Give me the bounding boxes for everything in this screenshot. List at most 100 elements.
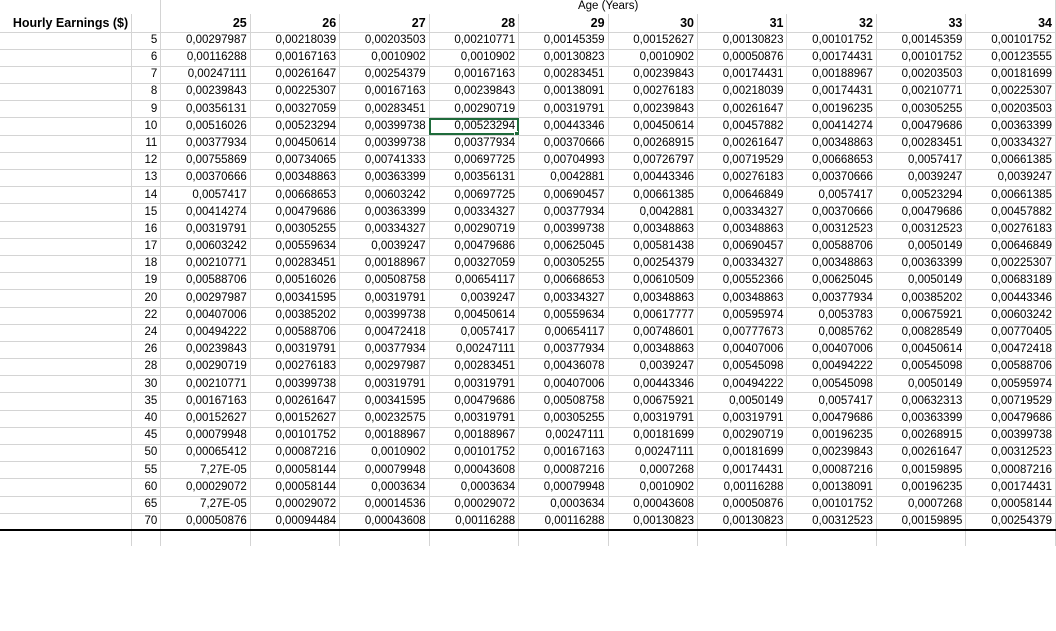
- data-cell[interactable]: 0,0053783: [786, 307, 877, 325]
- data-cell[interactable]: 0,0057417: [786, 392, 877, 411]
- data-cell[interactable]: 0,00697725: [429, 186, 520, 205]
- row-header-earnings-45[interactable]: 45: [131, 427, 162, 446]
- data-cell[interactable]: 0,00181699: [608, 427, 699, 446]
- data-cell[interactable]: 0,00196235: [786, 427, 877, 446]
- data-cell[interactable]: 0,00152627: [608, 32, 699, 50]
- data-cell[interactable]: 0,00283451: [339, 100, 430, 119]
- data-cell[interactable]: 0,00377934: [429, 135, 520, 153]
- data-cell[interactable]: 0,00675921: [876, 307, 967, 325]
- data-cell[interactable]: 0,00646849: [697, 186, 788, 205]
- row-header-earnings-55[interactable]: 55: [131, 461, 162, 480]
- data-cell[interactable]: 0,00443346: [965, 289, 1056, 308]
- data-cell[interactable]: 0,00167163: [429, 66, 520, 85]
- data-cell[interactable]: 0,00181699: [697, 444, 788, 463]
- data-cell[interactable]: 0,00334327: [965, 135, 1056, 153]
- data-cell[interactable]: 0,00363399: [876, 255, 967, 274]
- row-header-earnings-70[interactable]: 70: [131, 513, 162, 532]
- data-cell[interactable]: 0,0010902: [608, 478, 699, 497]
- data-cell[interactable]: 0,00312523: [876, 221, 967, 239]
- data-cell[interactable]: 0,00239843: [429, 83, 520, 102]
- data-cell[interactable]: 0,00595974: [697, 307, 788, 325]
- row-header-earnings-15[interactable]: 15: [131, 203, 162, 222]
- data-cell[interactable]: 0,00065412: [160, 444, 251, 463]
- data-cell[interactable]: 0,00654117: [429, 272, 520, 291]
- data-cell[interactable]: 0,0003634: [339, 478, 430, 497]
- data-cell[interactable]: 0,00327059: [250, 100, 341, 119]
- row-header-earnings-20[interactable]: 20: [131, 289, 162, 308]
- data-cell[interactable]: 0,00370666: [786, 203, 877, 222]
- data-cell[interactable]: 0,00494222: [697, 375, 788, 394]
- data-cell[interactable]: 0,00087216: [965, 461, 1056, 480]
- data-cell[interactable]: 0,0057417: [160, 186, 251, 205]
- data-cell[interactable]: 0,00363399: [339, 169, 430, 188]
- data-cell[interactable]: 0,00159895: [876, 461, 967, 480]
- empty-cell[interactable]: [0, 530, 133, 547]
- data-cell[interactable]: 0,00305255: [250, 221, 341, 239]
- data-cell[interactable]: 0,00029072: [429, 496, 520, 514]
- data-cell[interactable]: 0,00399738: [339, 117, 430, 136]
- data-cell[interactable]: 0,00348863: [608, 289, 699, 308]
- row-header-earnings-8[interactable]: 8: [131, 83, 162, 102]
- data-cell[interactable]: 0,00407006: [160, 307, 251, 325]
- row-header-earnings-65[interactable]: 65: [131, 496, 162, 514]
- data-cell[interactable]: 0,00632313: [876, 392, 967, 411]
- data-cell[interactable]: 0,0039247: [608, 358, 699, 377]
- data-cell[interactable]: 0,00210771: [876, 83, 967, 102]
- data-cell[interactable]: 0,0039247: [339, 238, 430, 256]
- data-cell[interactable]: 0,00123555: [965, 49, 1056, 67]
- data-cell[interactable]: 0,00305255: [518, 255, 609, 274]
- data-cell[interactable]: 0,00385202: [876, 289, 967, 308]
- data-cell[interactable]: 0,0010902: [608, 49, 699, 67]
- data-cell[interactable]: 0,00450614: [608, 117, 699, 136]
- data-cell[interactable]: 0,00479686: [429, 238, 520, 256]
- data-cell[interactable]: 0,00167163: [518, 444, 609, 463]
- data-cell[interactable]: 0,00755869: [160, 152, 251, 171]
- data-cell[interactable]: 0,00145359: [518, 32, 609, 50]
- data-cell[interactable]: 0,00668653: [518, 272, 609, 291]
- data-cell[interactable]: 0,00545098: [786, 375, 877, 394]
- data-cell[interactable]: 0,0050149: [876, 375, 967, 394]
- data-cell[interactable]: 0,00472418: [339, 324, 430, 342]
- data-cell[interactable]: 0,00203503: [876, 66, 967, 85]
- data-cell[interactable]: 0,00225307: [965, 255, 1056, 274]
- data-cell[interactable]: 0,00174431: [697, 66, 788, 85]
- data-cell[interactable]: 0,00152627: [250, 410, 341, 428]
- data-cell[interactable]: 0,00319791: [429, 410, 520, 428]
- data-cell[interactable]: 0,00697725: [429, 152, 520, 171]
- column-header-age-32[interactable]: 32: [786, 14, 877, 33]
- row-header-earnings-9[interactable]: 9: [131, 100, 162, 119]
- data-cell[interactable]: 0,00203503: [965, 100, 1056, 119]
- row-header-earnings-40[interactable]: 40: [131, 410, 162, 428]
- data-cell[interactable]: 0,00312523: [965, 444, 1056, 463]
- row-header-earnings-50[interactable]: 50: [131, 444, 162, 463]
- data-cell[interactable]: 0,00334327: [339, 221, 430, 239]
- data-cell[interactable]: 0,00247111: [160, 66, 251, 85]
- data-cell[interactable]: 0,00058144: [965, 496, 1056, 514]
- data-cell[interactable]: 0,00305255: [876, 100, 967, 119]
- data-cell[interactable]: 0,0039247: [876, 169, 967, 188]
- data-cell[interactable]: 0,00116288: [160, 49, 251, 67]
- row-header-earnings-7[interactable]: 7: [131, 66, 162, 85]
- data-cell[interactable]: 0,00276183: [250, 358, 341, 377]
- data-cell[interactable]: 0,00159895: [876, 513, 967, 532]
- data-cell[interactable]: 0,00232575: [339, 410, 430, 428]
- data-cell[interactable]: 0,00363399: [965, 117, 1056, 136]
- data-cell[interactable]: 0,00261647: [697, 135, 788, 153]
- data-cell[interactable]: 0,00087216: [786, 461, 877, 480]
- data-cell[interactable]: 0,00334327: [429, 203, 520, 222]
- data-cell[interactable]: 0,00327059: [429, 255, 520, 274]
- row-header-earnings-24[interactable]: 24: [131, 324, 162, 342]
- row-header-earnings-12[interactable]: 12: [131, 152, 162, 171]
- data-cell[interactable]: 0,00523294: [876, 186, 967, 205]
- data-cell[interactable]: 0,00167163: [250, 49, 341, 67]
- data-cell[interactable]: 0,00356131: [429, 169, 520, 188]
- data-cell[interactable]: 0,00210771: [160, 375, 251, 394]
- data-cell[interactable]: 0,00101752: [965, 32, 1056, 50]
- column-header-age-29[interactable]: 29: [518, 14, 609, 33]
- data-cell[interactable]: 0,00479686: [876, 117, 967, 136]
- data-cell[interactable]: 0,00218039: [697, 83, 788, 102]
- data-cell[interactable]: 0,00196235: [786, 100, 877, 119]
- data-cell[interactable]: 0,00377934: [518, 203, 609, 222]
- data-cell[interactable]: 0,0057417: [786, 186, 877, 205]
- row-header-earnings-35[interactable]: 35: [131, 392, 162, 411]
